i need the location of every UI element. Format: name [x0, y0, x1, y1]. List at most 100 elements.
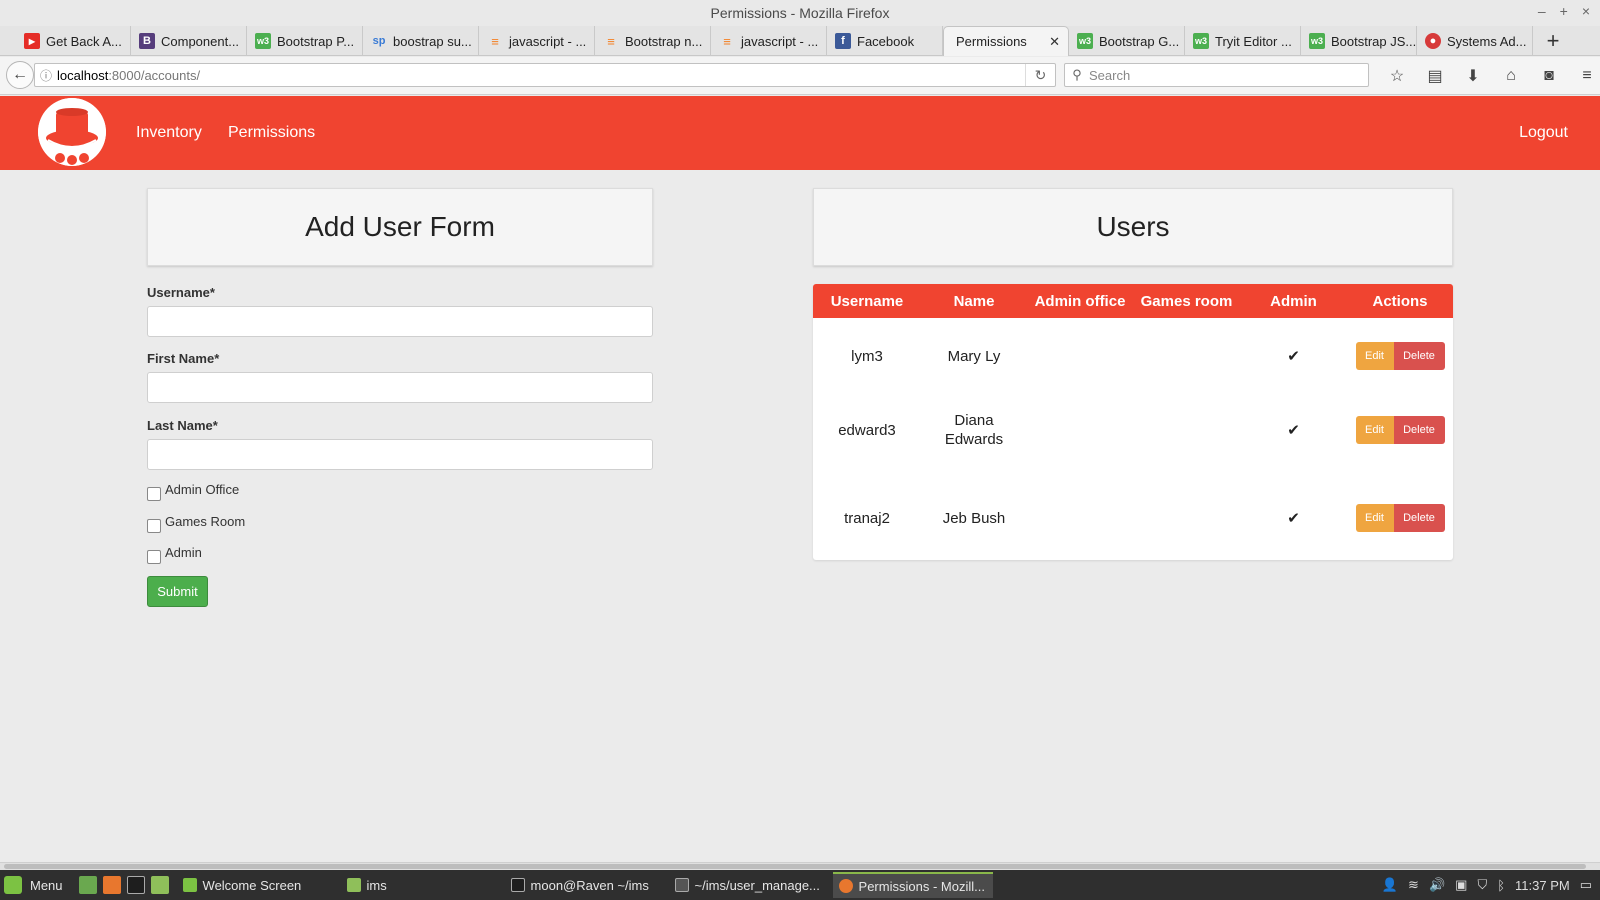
download-icon[interactable]: ⬇ — [1454, 63, 1492, 89]
start-menu-button[interactable]: Menu — [0, 870, 71, 900]
cell-admin-check: ✔ — [1287, 422, 1300, 439]
admin-checkbox[interactable] — [147, 550, 161, 564]
column-header-actions: Actions — [1372, 292, 1428, 310]
games-room-checkbox[interactable] — [147, 519, 161, 533]
horizontal-scrollbar[interactable] — [0, 862, 1600, 870]
tab-label: Tryit Editor ... — [1215, 33, 1292, 49]
os-taskbar: Menu Welcome Screen ims moon@Raven ~/ims… — [0, 870, 1600, 900]
first-name-field[interactable] — [147, 372, 653, 403]
edit-button[interactable]: Edit — [1355, 416, 1394, 444]
address-bar[interactable]: ⓘ localhost:8000/accounts/ ↻ — [34, 63, 1056, 87]
nav-inventory-link[interactable]: Inventory — [136, 124, 202, 142]
browser-tab[interactable]: sp boostrap su... — [363, 26, 479, 56]
column-header-admin-office: Admin office — [1034, 292, 1126, 310]
tab-label: Bootstrap n... — [625, 33, 703, 49]
volume-icon[interactable]: 🔊 — [1429, 877, 1445, 893]
browser-tab[interactable]: w3 Tryit Editor ... — [1185, 26, 1301, 56]
start-menu-label: Menu — [30, 877, 63, 893]
delete-button[interactable]: Delete — [1393, 416, 1445, 444]
admin-office-option: Admin Office — [147, 482, 239, 501]
pocket-icon[interactable]: ◙ — [1530, 63, 1568, 89]
url-host: localhost — [57, 67, 109, 83]
browser-tab[interactable]: ≡ javascript - ... — [711, 26, 827, 56]
first-name-label: First Name* — [147, 351, 220, 366]
stackoverflow-icon: ≡ — [723, 33, 731, 49]
taskbar-window-terminal[interactable]: moon@Raven ~/ims — [505, 872, 663, 898]
browser-tab-active[interactable]: Permissions ✕ — [943, 26, 1069, 56]
browser-tab[interactable]: f Facebook — [827, 26, 943, 56]
taskbar-window-label: moon@Raven ~/ims — [530, 877, 649, 893]
taskbar-window-editor[interactable]: ~/ims/user_manage... — [669, 872, 827, 898]
taskbar-window-firefox[interactable]: Permissions - Mozill... — [832, 872, 993, 898]
edit-button[interactable]: Edit — [1355, 342, 1394, 370]
window-titlebar: Permissions - Mozilla Firefox – + × — [0, 0, 1600, 26]
reload-icon[interactable]: ↻ — [1025, 64, 1055, 86]
browser-tab[interactable]: ≡ Bootstrap n... — [595, 26, 711, 56]
delete-button[interactable]: Delete — [1393, 342, 1445, 370]
nav-logout-link[interactable]: Logout — [1519, 124, 1568, 142]
tab-label: Component... — [161, 33, 240, 49]
bluetooth-icon[interactable]: ᛒ — [1497, 878, 1505, 893]
back-button[interactable]: ← — [6, 61, 34, 89]
close-icon[interactable]: × — [1582, 3, 1590, 19]
browser-tab[interactable]: ≡ javascript - ... — [479, 26, 595, 56]
bootstrap-icon: B — [139, 33, 155, 49]
nav-permissions-link[interactable]: Permissions — [228, 124, 315, 142]
terminal-icon — [510, 878, 525, 892]
taskbar-window-welcome[interactable]: Welcome Screen — [177, 872, 335, 898]
username-field[interactable] — [147, 306, 653, 337]
bookmark-star-icon[interactable]: ☆ — [1378, 63, 1416, 89]
tab-label: javascript - ... — [509, 33, 587, 49]
show-desktop-icon[interactable]: ▭ — [1580, 877, 1592, 893]
clock[interactable]: 11:37 PM — [1515, 878, 1570, 893]
wifi-icon[interactable]: ≋ — [1408, 877, 1419, 893]
cell-actions: Edit Delete — [1347, 504, 1453, 532]
user-icon[interactable]: 👤 — [1382, 877, 1398, 893]
shield-icon[interactable]: ⛉ — [1477, 877, 1487, 893]
firefox-launcher-icon[interactable] — [102, 876, 121, 894]
files-launcher-icon[interactable] — [150, 876, 169, 894]
terminal-launcher-icon[interactable] — [126, 876, 145, 894]
app-logo[interactable] — [38, 98, 106, 166]
editor-icon — [674, 878, 689, 892]
browser-tab[interactable]: ▶ Get Back A... — [16, 26, 131, 56]
cell-name: Diana Edwards — [944, 412, 1004, 448]
browser-tab[interactable]: B Component... — [131, 26, 247, 56]
maximize-icon[interactable]: + — [1560, 3, 1568, 19]
new-tab-button[interactable]: + — [1533, 26, 1573, 55]
tab-label: javascript - ... — [741, 33, 819, 49]
browser-tab[interactable]: ● Systems Ad... — [1417, 26, 1533, 56]
browser-tab[interactable]: w3 Bootstrap JS... — [1301, 26, 1417, 56]
globe-icon: ● — [1425, 33, 1441, 49]
taskbar-window-ims[interactable]: ims — [341, 872, 499, 898]
table-row: lym3 Mary Ly ✔ Edit Delete — [813, 340, 1453, 372]
submit-button[interactable]: Submit — [147, 576, 208, 607]
info-icon[interactable]: ⓘ — [35, 67, 57, 84]
clipboard-icon[interactable]: ▣ — [1455, 877, 1467, 893]
show-desktop-icon[interactable] — [78, 876, 97, 894]
delete-button[interactable]: Delete — [1393, 504, 1445, 532]
cell-actions: Edit Delete — [1347, 416, 1453, 444]
back-arrow-icon: ← — [12, 66, 28, 83]
hamburger-menu-icon[interactable]: ≡ — [1568, 63, 1600, 89]
users-table-header: Username Name Admin office Games room Ad… — [813, 284, 1453, 318]
column-header-username: Username — [830, 292, 904, 310]
scrollbar-thumb[interactable] — [4, 864, 1586, 869]
admin-option: Admin — [147, 545, 202, 564]
cell-admin-check: ✔ — [1287, 510, 1300, 527]
bookmarks-list-icon[interactable]: ▤ — [1416, 63, 1454, 89]
minimize-icon[interactable]: – — [1538, 3, 1546, 19]
browser-tab[interactable]: w3 Bootstrap P... — [247, 26, 363, 56]
search-input[interactable]: ⚲ Search — [1064, 63, 1369, 87]
welcome-app-icon — [182, 878, 197, 892]
cell-admin-check: ✔ — [1287, 348, 1300, 365]
home-icon[interactable]: ⌂ — [1492, 63, 1530, 89]
browser-tab[interactable]: w3 Bootstrap G... — [1069, 26, 1185, 56]
edit-button[interactable]: Edit — [1355, 504, 1394, 532]
admin-office-checkbox[interactable] — [147, 487, 161, 501]
close-tab-icon[interactable]: ✕ — [1049, 34, 1060, 50]
url-path: :8000/accounts/ — [108, 67, 201, 83]
cell-name: Mary Ly — [947, 347, 1001, 365]
tab-label: Bootstrap P... — [277, 33, 355, 49]
last-name-field[interactable] — [147, 439, 653, 470]
